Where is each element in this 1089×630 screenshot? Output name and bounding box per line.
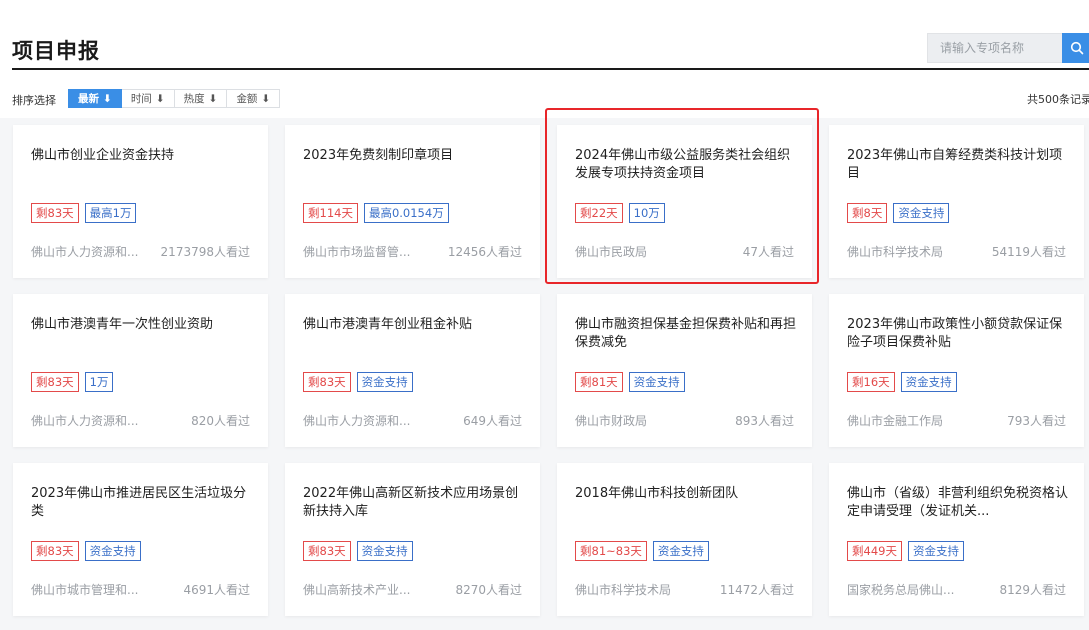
search-button[interactable] — [1062, 33, 1089, 63]
project-title: 2024年佛山市级公益服务类社会组织发展专项扶持资金项目 — [575, 148, 791, 181]
project-card[interactable]: 2023年佛山市自筹经费类科技计划项目 剩8天 资金支持 佛山市科学技术局 5411… — [829, 125, 1084, 278]
project-card[interactable]: 2023年佛山市政策性小额贷款保证保险子项目保费补贴 剩16天 资金支持 佛山市金… — [829, 294, 1084, 447]
arrow-down-icon: ⬇ — [208, 92, 218, 105]
amount-badge: 资金支持 — [893, 203, 950, 223]
search-input[interactable] — [928, 34, 1062, 62]
project-title: 佛山市创业企业资金扶持 — [31, 148, 175, 163]
view-count: 893人看过 — [735, 414, 794, 428]
sort-options: 最新 ⬇ 时间 ⬇ 热度 ⬇ 金额 ⬇ — [68, 89, 281, 108]
project-title: 佛山市（省级）非营利组织免税资格认定申请受理（发证机关... — [847, 486, 1069, 519]
deadline-badge: 剩8天 — [847, 203, 888, 223]
deadline-badge: 剩16天 — [847, 372, 895, 392]
issuing-agency: 佛山市人力资源和... — [31, 245, 139, 259]
sort-option-label: 最新 — [78, 93, 99, 105]
amount-badge: 资金支持 — [84, 541, 141, 561]
issuing-agency: 佛山市财政局 — [575, 414, 648, 428]
sort-amount-button[interactable]: 金额 ⬇ — [227, 89, 281, 108]
issuing-agency: 国家税务总局佛山... — [847, 583, 955, 597]
deadline-badge: 剩81天 — [575, 372, 623, 392]
amount-badge: 1万 — [84, 372, 114, 392]
deadline-badge: 剩83天 — [303, 372, 351, 392]
project-card[interactable]: 佛山市港澳青年一次性创业资助 剩83天 1万 佛山市人力资源和... 820人看过 — [13, 294, 268, 447]
project-title: 佛山市融资担保基金担保费补贴和再担保费减免 — [575, 317, 797, 350]
search-icon — [1070, 41, 1084, 55]
deadline-badge: 剩81~83天 — [575, 541, 647, 561]
total-count: 共500条记录 — [1027, 93, 1089, 106]
view-count: 793人看过 — [1007, 414, 1066, 428]
arrow-down-icon: ⬇ — [155, 92, 165, 105]
project-title: 佛山市港澳青年一次性创业资助 — [31, 317, 214, 332]
view-count: 8129人看过 — [999, 583, 1066, 597]
amount-badge: 资金支持 — [900, 372, 957, 392]
amount-badge: 资金支持 — [356, 541, 413, 561]
sort-label: 排序选择 — [12, 94, 56, 107]
arrow-down-icon: ⬇ — [103, 92, 112, 105]
issuing-agency: 佛山高新技术产业... — [303, 583, 411, 597]
issuing-agency: 佛山市人力资源和... — [303, 414, 411, 428]
project-card[interactable]: 2022年佛山高新区新技术应用场景创新扶持入库 剩83天 资金支持 佛山高新技术产… — [285, 463, 540, 616]
project-card[interactable]: 佛山市（省级）非营利组织免税资格认定申请受理（发证机关... 剩449天 资金支持… — [829, 463, 1084, 616]
view-count: 54119人看过 — [991, 245, 1066, 259]
project-title: 2023年佛山市自筹经费类科技计划项目 — [847, 148, 1063, 181]
project-title: 2023年佛山市政策性小额贷款保证保险子项目保费补贴 — [847, 317, 1063, 350]
project-card[interactable]: 2023年佛山市推进居民区生活垃圾分类 剩83天 资金支持 佛山市城市管理和...… — [13, 463, 268, 616]
sort-option-label: 金额 — [236, 93, 258, 105]
project-title: 佛山市港澳青年创业租金补贴 — [303, 317, 473, 332]
amount-badge: 资金支持 — [652, 541, 709, 561]
search-box — [927, 33, 1062, 63]
project-title: 2023年免费刻制印章项目 — [303, 148, 454, 163]
project-title: 2023年佛山市推进居民区生活垃圾分类 — [31, 486, 247, 519]
sort-bar: 排序选择 最新 ⬇ 时间 ⬇ 热度 ⬇ 金额 ⬇ 共500条记录 — [0, 70, 1089, 118]
project-title: 2022年佛山高新区新技术应用场景创新扶持入库 — [303, 486, 519, 519]
amount-badge: 资金支持 — [628, 372, 685, 392]
project-title: 2018年佛山市科技创新团队 — [575, 486, 739, 501]
project-card[interactable]: 佛山市创业企业资金扶持 剩83天 最高1万 佛山市人力资源和... 2173798人… — [13, 125, 268, 278]
view-count: 12456人看过 — [447, 245, 522, 259]
deadline-badge: 剩83天 — [303, 541, 351, 561]
sort-time-button[interactable]: 时间 ⬇ — [121, 89, 175, 108]
issuing-agency: 佛山市城市管理和... — [31, 583, 139, 597]
deadline-badge: 剩22天 — [575, 203, 623, 223]
project-card[interactable]: 佛山市融资担保基金担保费补贴和再担保费减免 剩81天 资金支持 佛山市财政局 893… — [557, 294, 812, 447]
project-card[interactable]: 2024年佛山市级公益服务类社会组织发展专项扶持资金项目 剩22天 10万 佛山市… — [557, 125, 812, 278]
view-count: 2173798人看过 — [160, 245, 250, 259]
issuing-agency: 佛山市民政局 — [575, 245, 648, 259]
issuing-agency: 佛山市科学技术局 — [847, 245, 944, 259]
project-card[interactable]: 2018年佛山市科技创新团队 剩81~83天 资金支持 佛山市科学技术局 11472… — [557, 463, 812, 616]
arrow-down-icon: ⬇ — [261, 92, 271, 105]
issuing-agency: 佛山市金融工作局 — [847, 414, 944, 428]
amount-badge: 最高0.0154万 — [363, 203, 449, 223]
amount-badge: 资金支持 — [907, 541, 964, 561]
amount-badge: 最高1万 — [84, 203, 137, 223]
page-header: 项目申报 — [0, 0, 1089, 71]
view-count: 820人看过 — [191, 414, 250, 428]
deadline-badge: 剩83天 — [31, 541, 79, 561]
view-count: 4691人看过 — [183, 583, 250, 597]
view-count: 8270人看过 — [455, 583, 522, 597]
project-card[interactable]: 2023年免费刻制印章项目 剩114天 最高0.0154万 佛山市市场监督管...… — [285, 125, 540, 278]
view-count: 47人看过 — [742, 245, 794, 259]
issuing-agency: 佛山市市场监督管... — [303, 245, 411, 259]
sort-latest-button[interactable]: 最新 ⬇ — [68, 89, 122, 108]
issuing-agency: 佛山市科学技术局 — [575, 583, 672, 597]
deadline-badge: 剩83天 — [31, 372, 79, 392]
amount-badge: 资金支持 — [356, 372, 413, 392]
project-card[interactable]: 佛山市港澳青年创业租金补贴 剩83天 资金支持 佛山市人力资源和... 649人看过 — [285, 294, 540, 447]
sort-option-label: 时间 — [130, 93, 152, 105]
view-count: 649人看过 — [463, 414, 522, 428]
deadline-badge: 剩114天 — [303, 203, 358, 223]
page-title: 项目申报 — [12, 39, 100, 63]
view-count: 11472人看过 — [719, 583, 794, 597]
issuing-agency: 佛山市人力资源和... — [31, 414, 139, 428]
amount-badge: 10万 — [628, 203, 665, 223]
deadline-badge: 剩83天 — [31, 203, 79, 223]
sort-option-label: 热度 — [183, 93, 205, 105]
sort-popularity-button[interactable]: 热度 ⬇ — [174, 89, 228, 108]
deadline-badge: 剩449天 — [847, 541, 902, 561]
